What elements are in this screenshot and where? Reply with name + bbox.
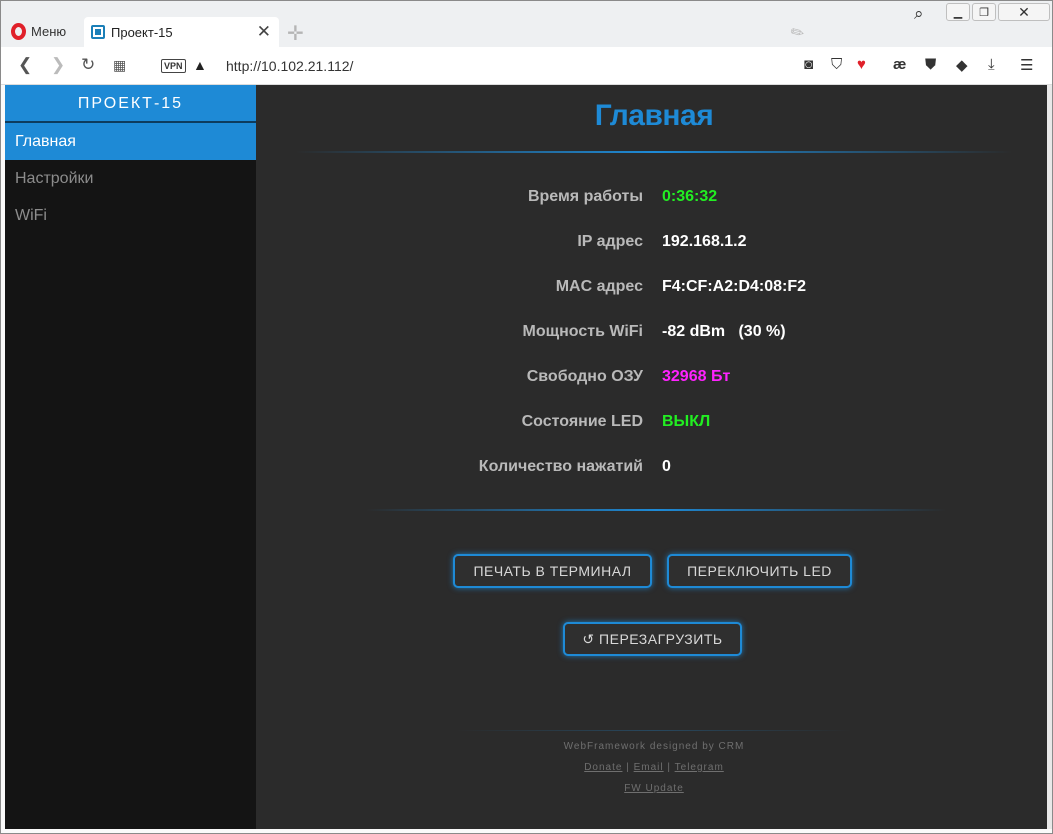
new-tab-icon[interactable]: ✛: [287, 21, 304, 46]
footer-credit: WebFramework designed by CRM: [563, 741, 745, 752]
info-label: IP адрес: [577, 233, 643, 250]
chip-icon: [91, 25, 105, 39]
restore-button[interactable]: ❐: [972, 3, 996, 21]
reload-icon[interactable]: ↻: [81, 55, 95, 75]
fw-update-link[interactable]: FW Update: [624, 783, 684, 794]
brand-title[interactable]: ПРОЕКТ-15: [5, 85, 256, 123]
sidebar-item-main[interactable]: Главная: [5, 123, 256, 160]
ae-extension-icon[interactable]: æ: [893, 56, 906, 73]
search-icon[interactable]: ⌕: [914, 4, 924, 24]
web-page: ПРОЕКТ-15 Главная Настройки WiFi Главная…: [5, 85, 1052, 829]
vpn-badge[interactable]: VPN: [161, 59, 186, 73]
telegram-link[interactable]: Telegram: [675, 762, 724, 773]
close-window-button[interactable]: ✕: [998, 3, 1050, 21]
sidebar-item-settings[interactable]: Настройки: [5, 160, 256, 197]
shield-icon[interactable]: ⛉: [831, 56, 842, 73]
footer-links: Donate | Email | Telegram: [256, 762, 1052, 773]
divider: [456, 730, 852, 731]
opera-menu-button[interactable]: Меню: [11, 17, 66, 45]
info-value: 0:36:32: [662, 188, 718, 205]
settings-sliders-icon[interactable]: ☰: [1020, 56, 1033, 74]
sidebar-item-wifi[interactable]: WiFi: [5, 197, 256, 234]
info-row: IP адрес 192.168.1.2: [256, 233, 1052, 257]
opera-logo-icon: [11, 22, 26, 40]
browser-window: Меню Проект-15 ✕ ✛ ✎ ⌕ ▁ ❐ ✕ ❮ ❯ ↻ ▦ VPN…: [0, 0, 1053, 834]
sidebar: ПРОЕКТ-15 Главная Настройки WiFi: [5, 85, 256, 829]
print-terminal-button[interactable]: ПЕЧАТЬ В ТЕРМИНАЛ: [453, 554, 652, 588]
url-field[interactable]: http://10.102.21.112/: [226, 58, 353, 74]
tab-title: Проект-15: [111, 24, 173, 40]
info-row: Свободно ОЗУ 32968 Бт: [256, 368, 1052, 392]
speed-dial-icon[interactable]: ▦: [113, 57, 126, 74]
email-link[interactable]: Email: [634, 762, 664, 773]
info-value: 0: [662, 458, 671, 475]
info-row: Мощность WiFi -82 dBm (30 %): [256, 323, 1052, 347]
info-label: Количество нажатий: [478, 458, 643, 475]
divider: [296, 151, 1012, 153]
info-row: Состояние LED ВЫКЛ: [256, 413, 1052, 437]
info-value: F4:CF:A2:D4:08:F2: [662, 278, 807, 295]
toggle-led-button[interactable]: ПЕРЕКЛЮЧИТЬ LED: [667, 554, 852, 588]
close-tab-icon[interactable]: ✕: [257, 22, 271, 42]
cube-icon[interactable]: ◆: [956, 56, 968, 74]
tab-bar: Меню Проект-15 ✕ ✛ ✎ ⌕ ▁ ❐ ✕: [1, 1, 1052, 47]
info-label: Состояние LED: [521, 413, 643, 430]
info-value: 192.168.1.2: [662, 233, 747, 250]
minimize-button[interactable]: ▁: [946, 3, 970, 21]
scrollbar-area: [1047, 85, 1052, 829]
info-value: -82 dBm (30 %): [662, 323, 786, 340]
separator: |: [667, 762, 672, 773]
back-icon[interactable]: ❮: [18, 55, 32, 75]
info-label: Время работы: [527, 188, 643, 205]
tab-active[interactable]: Проект-15 ✕: [84, 17, 279, 47]
info-label: Мощность WiFi: [522, 323, 643, 340]
address-bar: ❮ ❯ ↻ ▦ VPN ▲ http://10.102.21.112/ ◙ ⛉ …: [1, 47, 1052, 85]
divider: [366, 509, 946, 511]
donate-link[interactable]: Donate: [584, 762, 622, 773]
warning-icon[interactable]: ▲: [193, 57, 207, 73]
page-title: Главная: [594, 99, 714, 132]
info-row: Время работы 0:36:32: [256, 188, 1052, 212]
ublock-icon[interactable]: ⛊: [925, 56, 936, 73]
info-row: Количество нажатий 0: [256, 458, 1052, 482]
reboot-button[interactable]: ↺ ПЕРЕЗАГРУЗИТЬ: [563, 622, 742, 656]
camera-icon[interactable]: ◙: [804, 56, 813, 73]
footer-fw: FW Update: [256, 783, 1052, 794]
separator: |: [626, 762, 630, 773]
heart-icon[interactable]: ♥: [857, 56, 866, 73]
pen-icon[interactable]: ✎: [787, 21, 809, 45]
download-icon[interactable]: ⤓: [988, 56, 995, 73]
info-value: ВЫКЛ: [662, 413, 711, 430]
menu-label: Меню: [31, 23, 67, 39]
info-label: MAC адрес: [555, 278, 643, 295]
info-value: 32968 Бт: [662, 368, 731, 385]
forward-icon[interactable]: ❯: [51, 55, 65, 75]
main-content: Главная Время работы 0:36:32 IP адрес 192.1…: [256, 85, 1052, 829]
info-row: MAC адрес F4:CF:A2:D4:08:F2: [256, 278, 1052, 302]
info-label: Свободно ОЗУ: [526, 368, 643, 385]
